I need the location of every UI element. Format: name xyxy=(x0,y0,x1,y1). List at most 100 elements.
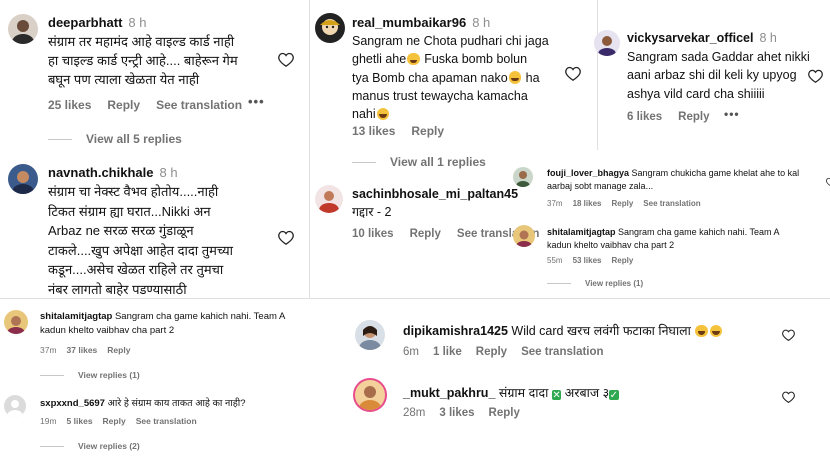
comment-time: 6m xyxy=(403,346,419,358)
comment-line: Wild card खरच लवंगी फटाका निघाला xyxy=(511,324,691,338)
laughing-emoji-icon xyxy=(695,324,708,337)
reply-button[interactable]: Reply xyxy=(107,98,140,112)
username-text[interactable]: vickysarvekar_officel xyxy=(627,31,753,45)
comment-username[interactable]: vickysarvekar_officel 8 h xyxy=(627,31,777,45)
avatar[interactable] xyxy=(4,310,28,334)
reply-button[interactable]: Reply xyxy=(611,256,633,265)
heart-icon[interactable] xyxy=(808,69,823,88)
avatar[interactable] xyxy=(8,164,38,194)
laughing-emoji-icon xyxy=(508,71,522,84)
likes-count[interactable]: 18 likes xyxy=(573,199,602,208)
avatar[interactable] xyxy=(315,13,345,43)
username-text[interactable]: fouji_lover_bhagya xyxy=(547,168,629,178)
comment-line: ashya vild card cha shiiiii xyxy=(627,86,765,101)
likes-count[interactable]: 6 likes xyxy=(627,111,662,123)
comment-time: 28m xyxy=(403,407,426,419)
likes-count[interactable]: 13 likes xyxy=(352,124,395,138)
laughing-emoji-icon xyxy=(407,52,420,66)
reply-button[interactable]: Reply xyxy=(411,124,444,138)
comment-time: 8 h xyxy=(159,165,178,180)
likes-count[interactable]: 37 likes xyxy=(67,345,98,355)
avatar[interactable] xyxy=(8,14,38,44)
comment-navnath: navnath.chikhale 8 h संग्राम चा नेक्स्ट व… xyxy=(0,155,310,300)
username-text[interactable]: navnath.chikhale xyxy=(48,165,153,180)
avatar[interactable] xyxy=(513,225,535,247)
laughing-emoji-icon xyxy=(709,324,723,337)
reply-button[interactable]: Reply xyxy=(107,345,130,355)
heart-icon[interactable] xyxy=(826,174,830,192)
comment-line: ghetli ahe xyxy=(352,52,407,67)
username-text[interactable]: dipikamishra1425 xyxy=(403,324,508,338)
likes-count[interactable]: 10 likes xyxy=(352,228,394,240)
check-box-icon: ✓ xyxy=(609,390,619,401)
comment-fouji-lover-bhagya: fouji_lover_bhagya Sangram chukicha game… xyxy=(510,162,830,212)
likes-count[interactable]: 25 likes xyxy=(48,98,91,112)
username-text[interactable]: _mukt_pakhru_ xyxy=(403,386,495,400)
comment-line: संग्राम तर महामंद आहे वाइल्ड कार्ड नाही xyxy=(48,34,235,49)
username-text[interactable]: sachinbhosale_mi_paltan45 xyxy=(352,187,518,201)
reply-button[interactable]: Reply xyxy=(410,228,441,240)
avatar[interactable] xyxy=(355,320,385,350)
reply-button[interactable]: Reply xyxy=(678,111,709,123)
see-translation-button[interactable]: See translation xyxy=(643,199,700,208)
view-replies-button[interactable]: View replies (1) xyxy=(40,370,140,380)
heart-icon[interactable] xyxy=(782,390,795,408)
heart-icon[interactable] xyxy=(278,52,294,72)
comment-line: टाकले....खुप अपेक्षा आहेत दादा तुमच्या xyxy=(48,242,234,258)
username-text[interactable]: shitalamitjagtap xyxy=(547,227,616,237)
comment-line: aani arbaz shi dil keli ky upyog xyxy=(627,68,797,83)
comment-line: कडून....असेच खेळत राहिले तर तुमचा xyxy=(48,262,224,277)
heart-icon[interactable] xyxy=(565,66,581,86)
view-replies-button[interactable]: View all 1 replies xyxy=(352,155,486,169)
comment-text: संग्राम तर महामंद आहे वाइल्ड कार्ड नाही … xyxy=(48,32,238,89)
likes-count[interactable]: 53 likes xyxy=(573,256,602,265)
comment-text: Sangram sada Gaddar ahet nikki aani arba… xyxy=(627,48,810,103)
comment-line: Sangram sada Gaddar ahet nikki xyxy=(627,50,810,64)
comment-text: shitalamitjagtap Sangram cha game kahich… xyxy=(40,310,285,338)
comment-username[interactable]: navnath.chikhale 8 h xyxy=(48,165,178,180)
reply-button[interactable]: Reply xyxy=(489,407,520,419)
username-text[interactable]: deeparbhatt xyxy=(48,15,122,30)
more-options-icon[interactable]: ••• xyxy=(248,94,265,109)
avatar[interactable] xyxy=(353,378,387,412)
avatar[interactable] xyxy=(594,30,620,56)
comment-line: Arbaz ne सरळ सरळ गुंडाळून xyxy=(48,223,194,238)
row-divider xyxy=(320,298,830,299)
comment-username[interactable]: real_mumbaikar96 8 h xyxy=(352,15,490,30)
view-replies-button[interactable]: View replies (2) xyxy=(40,441,140,451)
likes-count[interactable]: 3 likes xyxy=(439,407,474,419)
username-text[interactable]: shitalamitjagtap xyxy=(40,311,112,322)
comment-meta: 6m 1 like Reply See translation xyxy=(403,346,620,358)
comment-line: हा चाइल्ड कार्ड एन्ट्री आहे.... बाहेरून … xyxy=(48,53,238,68)
username-text[interactable]: sxpxxnd_5697 xyxy=(40,398,105,409)
comment-line: tya Bomb cha apaman nako xyxy=(352,70,508,85)
more-options-icon[interactable]: ••• xyxy=(724,107,740,121)
likes-count[interactable]: 1 like xyxy=(433,346,462,358)
see-translation-button[interactable]: See translation xyxy=(521,346,603,358)
comment-deeparbhatt: deeparbhatt 8 h संग्राम तर महामंद आहे वाइ… xyxy=(0,0,310,150)
username-text[interactable]: real_mumbaikar96 xyxy=(352,15,466,30)
comment-text: fouji_lover_bhagya Sangram chukicha game… xyxy=(547,167,799,193)
see-translation-button[interactable]: See translation xyxy=(156,98,242,112)
comment-text: गद्दार - 2 xyxy=(352,203,392,220)
heart-icon[interactable] xyxy=(278,230,294,250)
reply-button[interactable]: Reply xyxy=(476,346,507,358)
see-translation-button[interactable]: See translation xyxy=(136,416,197,426)
comment-username[interactable]: sachinbhosale_mi_paltan45 xyxy=(352,187,518,201)
comment-meta: 13 likes Reply xyxy=(352,124,460,138)
avatar[interactable] xyxy=(513,167,533,187)
comment-username[interactable]: deeparbhatt 8 h xyxy=(48,15,146,30)
view-replies-button[interactable]: View replies (1) xyxy=(547,279,643,288)
view-replies-button[interactable]: View all 5 replies xyxy=(48,132,182,146)
reply-button[interactable]: Reply xyxy=(611,199,633,208)
comment-line: बघून पण त्याला खेळता येत नाही xyxy=(48,72,200,87)
comment-dipikamishra: dipikamishra1425 Wild card खरच लवंगी फटा… xyxy=(320,310,830,370)
comment-sxpxxnd: sxpxxnd_5697 आरे हे संग्राम काय ताकत आहे… xyxy=(0,390,310,466)
comment-text: Sangram ne Chota pudhari chi jaga ghetli… xyxy=(352,32,549,123)
avatar[interactable] xyxy=(315,185,343,213)
likes-count[interactable]: 5 likes xyxy=(67,416,93,426)
reply-button[interactable]: Reply xyxy=(103,416,126,426)
avatar[interactable] xyxy=(4,395,26,417)
comment-line: नंबर लागतो बाहेर पडण्यासाठी xyxy=(48,281,187,297)
heart-icon[interactable] xyxy=(782,328,795,346)
